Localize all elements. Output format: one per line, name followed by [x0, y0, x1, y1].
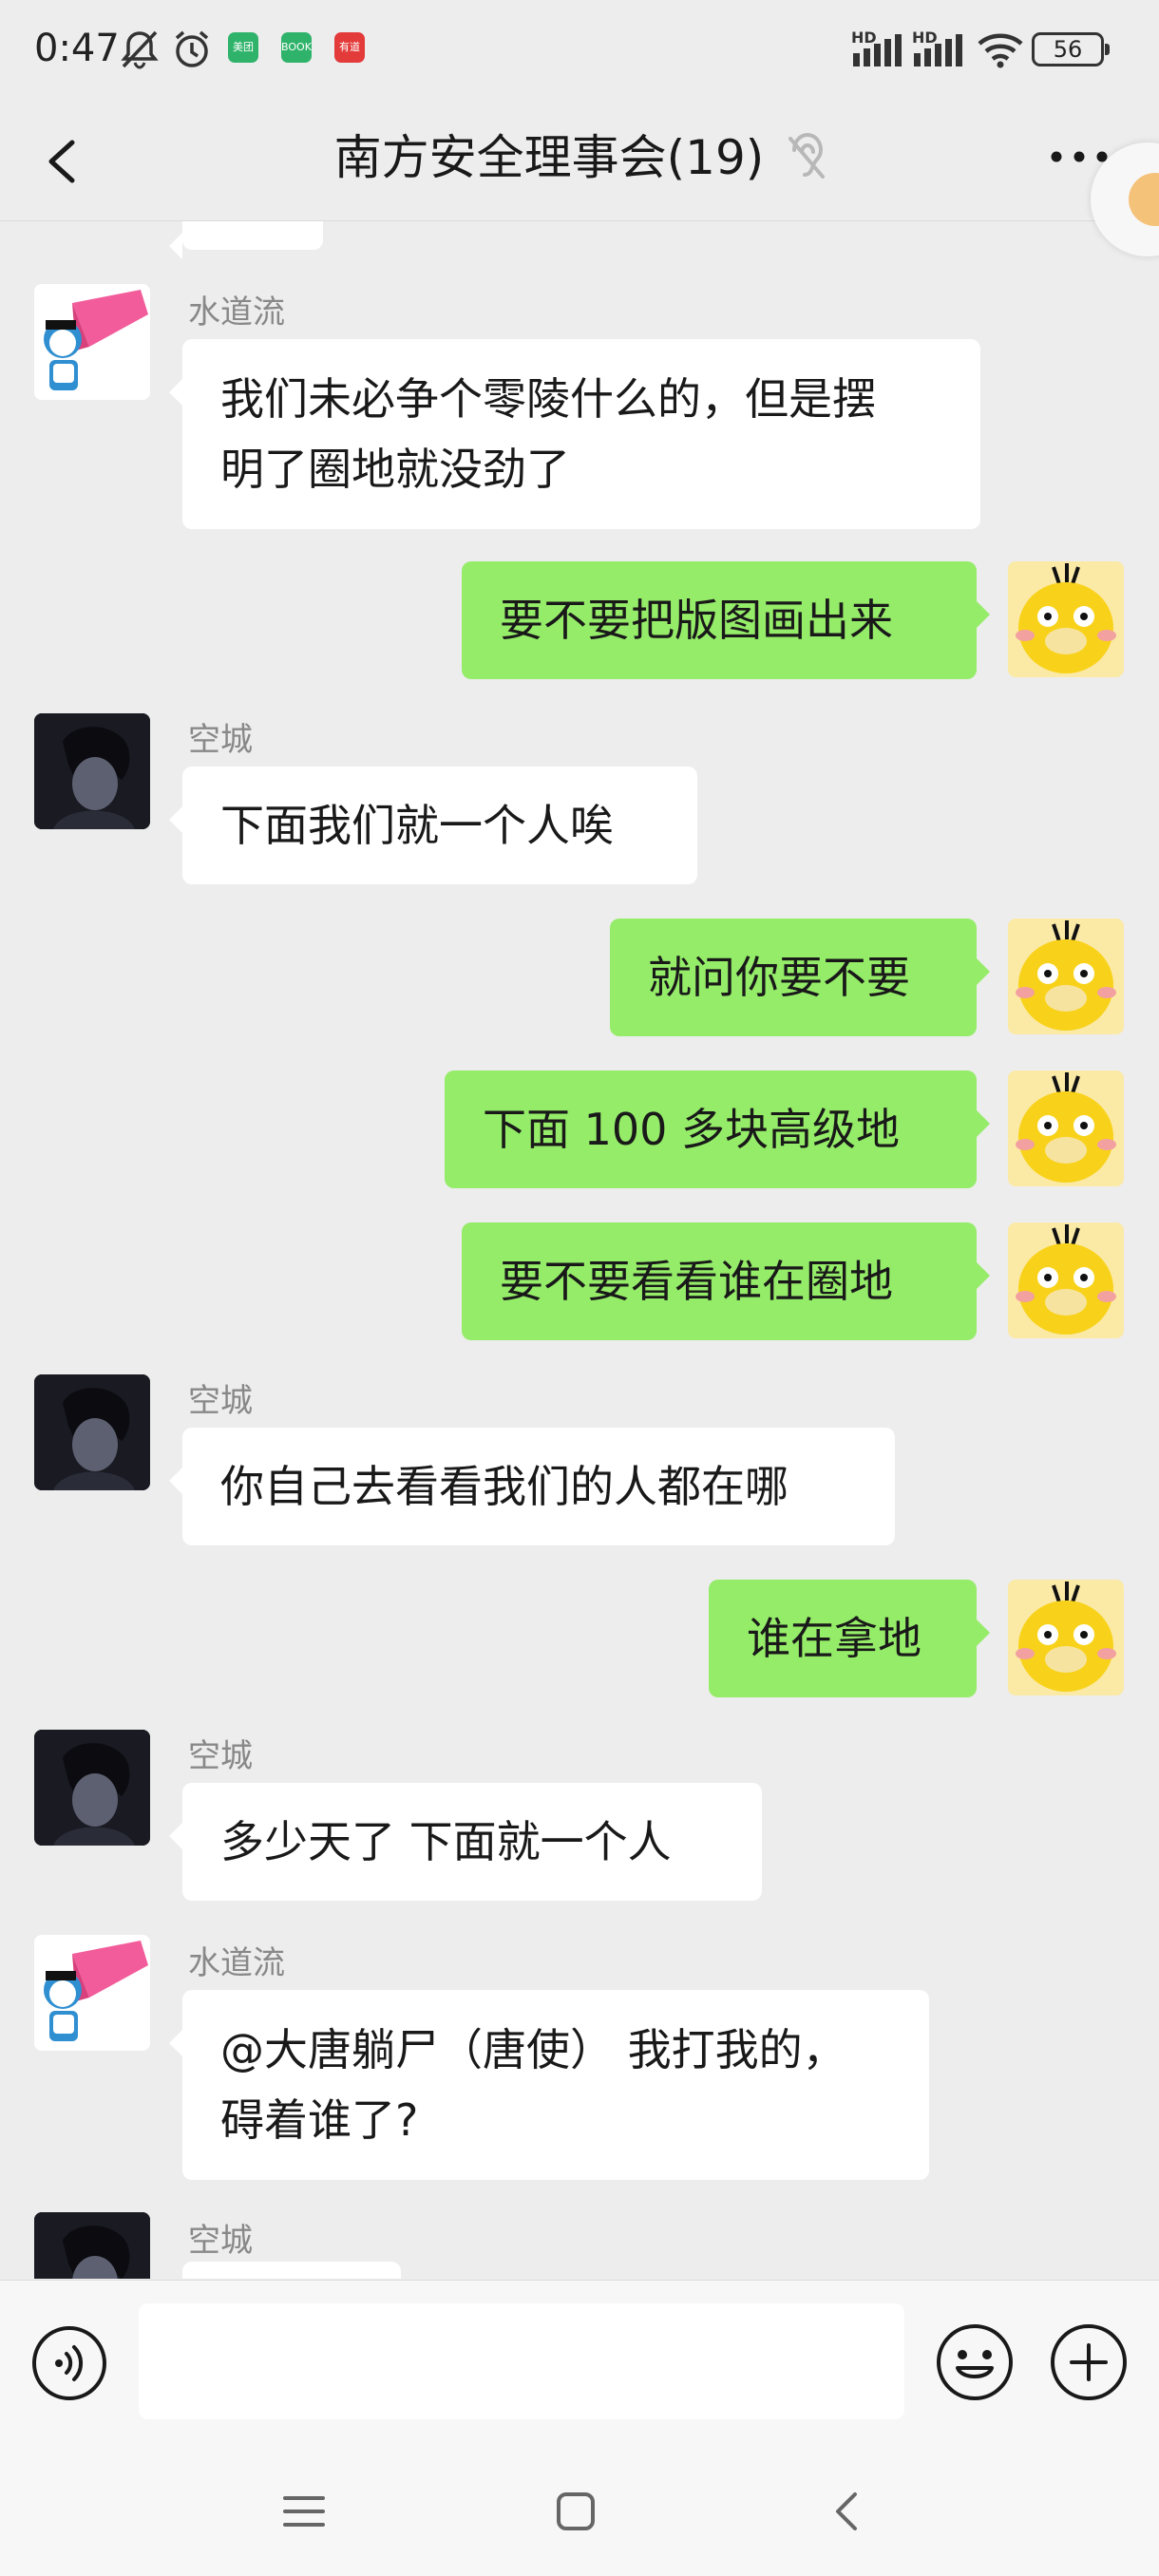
message-line: 明了圈地就没劲了: [220, 444, 570, 495]
signal-icon-1: [853, 34, 902, 66]
status-time: 0:47: [34, 27, 120, 70]
message-bubble[interactable]: 就问你要不要: [610, 919, 990, 1036]
voice-button[interactable]: [30, 2324, 108, 2402]
sender-name: 空城: [188, 721, 253, 759]
avatar-doraemon-image: [34, 284, 150, 400]
chat-header: 南方安全理事会(19): [0, 95, 1159, 221]
back-nav-button[interactable]: [819, 2483, 876, 2540]
avatar-dark-anime-image: [34, 2212, 150, 2279]
sender-name: 空城: [188, 1382, 253, 1420]
sender-name: 水道流: [188, 1944, 285, 1982]
book-app-icon: BOOK: [281, 32, 312, 63]
message-line: 我们未必争个零陵什么的，但是摆: [220, 373, 876, 425]
signal-icon-2: [914, 34, 962, 66]
wifi-icon: [978, 33, 1023, 68]
bell-off-icon: [121, 30, 159, 69]
avatar[interactable]: [34, 1374, 150, 1490]
avatar-psyduck-image: [1008, 1580, 1124, 1695]
message-bubble[interactable]: 多少天了 下面就一个人: [169, 1783, 762, 1901]
avatar-psyduck-image: [1008, 1070, 1124, 1186]
battery-indicator: 56: [1032, 32, 1110, 66]
avatar-dark-anime-image: [34, 713, 150, 829]
message-bubble[interactable]: 我们未必争个零陵什么的，但是摆 明了圈地就没劲了: [169, 339, 980, 529]
message-line: 谁在拿地: [747, 1613, 922, 1664]
avatar-self[interactable]: [1008, 561, 1124, 677]
avatar-dark-anime-image: [34, 1374, 150, 1490]
avatar[interactable]: [34, 1730, 150, 1846]
message-input[interactable]: [139, 2303, 904, 2419]
avatar[interactable]: [34, 1935, 150, 2051]
youdao-app-icon: 有道: [334, 32, 365, 63]
message-line: 碍着谁了?: [220, 2094, 419, 2146]
message-bubble[interactable]: 你自己去看看我们的人都在哪: [169, 1428, 895, 1545]
sender-name: 水道流: [188, 294, 285, 331]
message-line: 就问你要不要: [648, 952, 910, 1003]
message-line: 你自己去看看我们的人都在哪: [220, 1461, 788, 1512]
message-bubble[interactable]: 下面我们就一个人唉: [169, 767, 697, 884]
avatar[interactable]: [34, 284, 150, 400]
plus-button[interactable]: [1049, 2322, 1129, 2402]
system-nav-bar: [0, 2441, 1159, 2576]
status-bar: 0:47 美团 BOOK 有道 HD HD 56: [0, 0, 1159, 95]
message-bubble[interactable]: 要不要把版图画出来: [462, 561, 990, 679]
meituan-app-icon: 美团: [228, 32, 258, 63]
message-bubble[interactable]: 要不要看看谁在圈地: [462, 1222, 990, 1340]
message-bubble[interactable]: @大唐躺尸（唐使） 我打我的， 碍着谁了?: [169, 1990, 929, 2180]
avatar-self[interactable]: [1008, 1580, 1124, 1695]
home-button[interactable]: [547, 2483, 604, 2540]
message-line: 要不要把版图画出来: [500, 595, 893, 646]
message-line: 下面 100 多块高级地: [483, 1104, 901, 1155]
avatar-self[interactable]: [1008, 1222, 1124, 1338]
avatar-psyduck-image: [1008, 919, 1124, 1034]
message-line: @大唐躺尸（唐使） 我打我的，: [220, 2024, 846, 2075]
message-line: 要不要看看谁在圈地: [500, 1256, 893, 1307]
message-bubble-partial: [169, 221, 323, 259]
message-bubble[interactable]: [182, 2262, 401, 2279]
avatar-self[interactable]: [1008, 919, 1124, 1034]
input-bar: [0, 2280, 1159, 2442]
message-bubble[interactable]: 谁在拿地: [709, 1580, 990, 1697]
ear-off-icon: [788, 132, 825, 179]
avatar[interactable]: [34, 2212, 150, 2279]
sender-name: 空城: [188, 2222, 253, 2260]
emoji-button[interactable]: [935, 2322, 1015, 2402]
avatar-psyduck-image: [1008, 1222, 1124, 1338]
floating-tab-dot: [1129, 173, 1159, 226]
page-title[interactable]: 南方安全理事会(19): [334, 120, 765, 188]
avatar-psyduck-image: [1008, 561, 1124, 677]
avatar-dark-anime-image: [34, 1730, 150, 1846]
message-line: 多少天了 下面就一个人: [220, 1816, 672, 1867]
avatar-self[interactable]: [1008, 1070, 1124, 1186]
menu-button[interactable]: [276, 2483, 332, 2540]
message-line: 下面我们就一个人唉: [220, 800, 614, 851]
avatar-doraemon-image: [34, 1935, 150, 2051]
alarm-icon: [175, 30, 209, 67]
avatar[interactable]: [34, 713, 150, 829]
message-bubble[interactable]: 下面 100 多块高级地: [445, 1070, 990, 1188]
message-list[interactable]: 水道流 我们未必争个零陵什么的，但是摆 明了圈地就没劲了 要不要把版图画出来 空…: [0, 221, 1159, 2279]
sender-name: 空城: [188, 1737, 253, 1775]
